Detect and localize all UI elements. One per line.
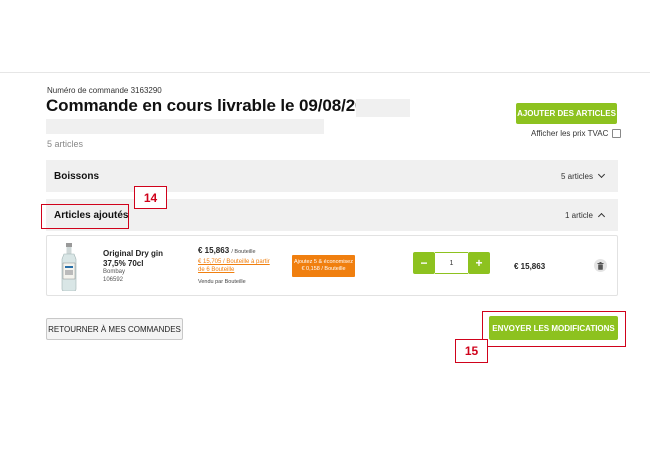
redacted-block [356,99,410,117]
product-sku: 106592 [103,277,124,283]
volume-price-link[interactable]: € 15,705 / Bouteille à partir de 6 Boute… [198,258,278,274]
show-tvac-toggle[interactable]: Afficher les prix TVAC [531,129,622,138]
section-boissons[interactable]: Boissons 5 articles [46,160,618,192]
order-article-count: 5 articles [47,139,84,149]
quantity-stepper: − 1 + [413,252,490,274]
top-divider [0,72,650,73]
sold-by-label: Vendu par Bouteille [198,279,246,285]
promo-badge[interactable]: Ajoutez 5 & économisez € 0,158 / Bouteil… [292,255,355,277]
redacted-address [46,119,324,134]
increase-button[interactable]: + [468,252,490,274]
section-articles-ajoutes[interactable]: Articles ajoutés 1 article [46,199,618,231]
back-to-orders-button[interactable]: RETOURNER À MES COMMANDES [46,318,183,340]
product-name: Original Dry gin 37,5% 70cl [103,249,164,268]
unit-price-unit: / Bouteille [231,249,256,255]
delete-button[interactable] [594,259,607,272]
annotation-highlight [482,311,626,347]
decrease-button[interactable]: − [413,252,435,274]
section-count: 5 articles [560,170,606,181]
annotation-label: 15 [455,339,488,363]
trash-icon [597,261,604,270]
product-image [61,243,77,291]
chevron-down-icon [597,170,606,179]
order-number: Numéro de commande 3163290 [47,86,162,95]
product-row: Original Dry gin 37,5% 70cl Bombay 10659… [46,235,618,296]
annotation-label: 14 [134,186,167,209]
section-count: 1 article [564,210,606,220]
section-count-text: 5 articles [560,171,593,181]
page-title: Commande en cours livrable le 09/08/2019 [46,96,384,115]
quantity-input[interactable]: 1 [435,252,468,274]
show-tvac-checkbox[interactable] [612,129,622,138]
add-articles-button[interactable]: AJOUTER DES ARTICLES [516,103,617,124]
promo-line-1: Ajoutez 5 & économisez [293,259,353,265]
unit-price-value: € 15,863 [198,246,230,255]
promo-line-2: € 0,158 / Bouteille [301,266,346,272]
chevron-up-icon [597,212,606,220]
product-brand: Bombay [103,269,126,275]
section-count-text: 1 article [564,210,593,220]
show-tvac-label: Afficher les prix TVAC [531,129,609,138]
unit-price: € 15,863 / Bouteille [198,246,256,255]
line-total: € 15,863 [514,262,546,271]
annotation-highlight [41,204,129,229]
section-title: Boissons [54,170,100,182]
